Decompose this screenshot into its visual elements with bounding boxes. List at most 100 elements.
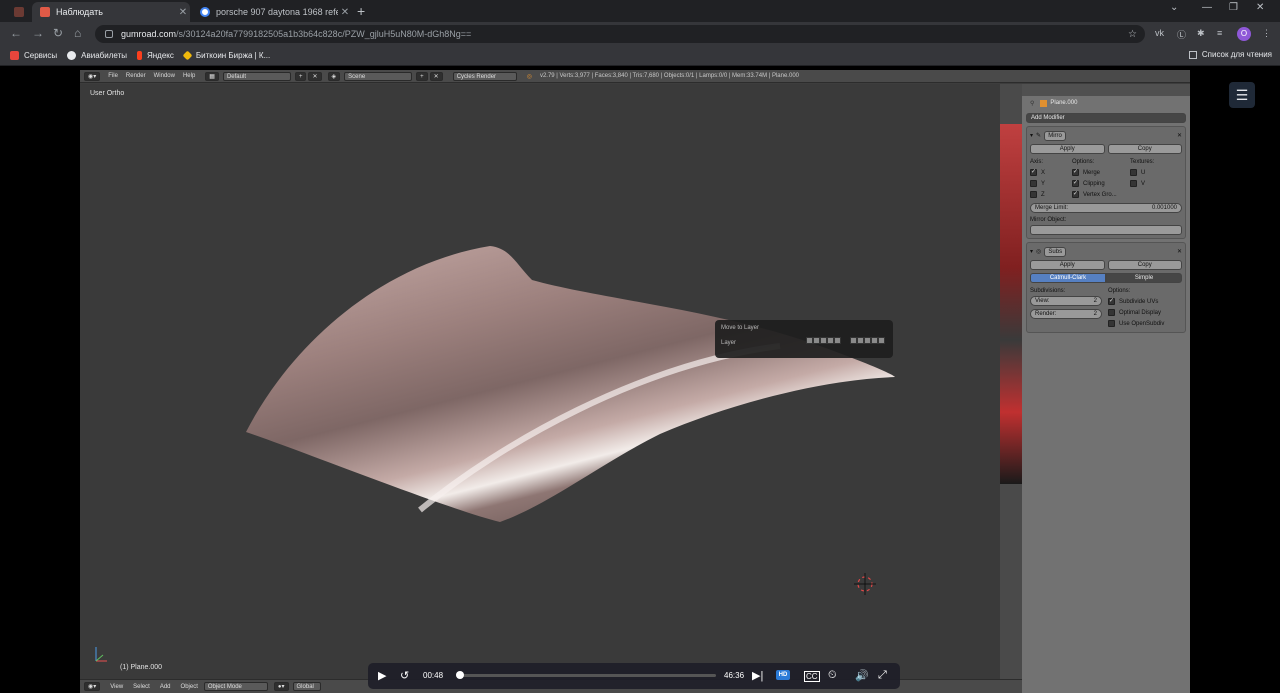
vk-extension-icon[interactable]: vk [1155, 28, 1164, 38]
close-icon[interactable]: ✕ [1177, 248, 1182, 255]
shading-icon[interactable]: ●▾ [273, 682, 289, 691]
menu-add[interactable]: Add [160, 684, 171, 690]
captions-icon[interactable]: CC [804, 671, 820, 682]
bookmark-services[interactable]: Сервисы [10, 51, 57, 60]
avatar[interactable]: O [1237, 27, 1251, 41]
menu-select[interactable]: Select [133, 684, 150, 690]
layer-grid-left[interactable] [806, 337, 841, 344]
tab-watch[interactable]: Наблюдать ✕ [32, 2, 190, 22]
render-levels-field[interactable]: Render: 2 [1030, 309, 1102, 319]
menu-window[interactable]: Window [154, 73, 175, 79]
speed-icon[interactable]: ⏲ [828, 669, 837, 682]
editor-type-icon[interactable]: ◉▾ [84, 682, 101, 691]
extension-icon[interactable]: Ⓛ [1177, 28, 1186, 41]
hd-badge[interactable]: HD [776, 670, 790, 680]
bookmark-star-icon[interactable]: ☆ [1128, 29, 1137, 40]
view-levels-field[interactable]: View: 2 [1030, 296, 1102, 306]
close-tab-icon[interactable]: ✕ [176, 7, 190, 18]
restore-icon[interactable]: ❐ [1229, 2, 1238, 13]
clipping-checkbox[interactable]: ✓ Clipping [1072, 178, 1130, 189]
copy-button[interactable]: Copy [1107, 260, 1182, 270]
subdivide-uvs-checkbox[interactable]: ✓ Subdivide UVs [1108, 296, 1164, 307]
apply-button[interactable]: Apply [1030, 260, 1105, 270]
url-host: gumroad.com [121, 29, 177, 39]
orientation-select[interactable]: Global [292, 682, 321, 691]
address-bar[interactable]: gumroad.com/s/30124a20fa7799182505a1b3b6… [95, 25, 1145, 43]
simple-toggle[interactable]: Simple [1106, 273, 1182, 283]
play-icon[interactable]: ▶ [378, 669, 386, 682]
layout-icon[interactable]: ▦ [205, 71, 219, 81]
home-icon[interactable]: ⌂ [74, 26, 81, 40]
close-tab-icon[interactable]: ✕ [338, 7, 352, 18]
copy-button[interactable]: Copy [1107, 144, 1182, 154]
fullscreen-icon[interactable]: ⤢ [878, 669, 887, 682]
minimize-icon[interactable]: — [1202, 2, 1212, 13]
reading-list[interactable]: Список для чтения [1188, 50, 1272, 59]
optimal-display-checkbox[interactable]: Optimal Display [1108, 307, 1164, 318]
menu-object[interactable]: Object [181, 684, 198, 690]
merge-checkbox[interactable]: ✓ Merge [1072, 167, 1130, 178]
media-icon[interactable]: ≡ [1217, 28, 1222, 38]
menu-help[interactable]: Help [183, 73, 195, 79]
pinned-tab[interactable] [6, 2, 30, 22]
render-engine-select[interactable]: Cycles Render [452, 71, 517, 81]
tab-search-icon[interactable]: ⌄ [1170, 2, 1178, 13]
merge-limit-field[interactable]: Merge Limit: 0.001000 [1030, 203, 1182, 213]
remove-layout-icon[interactable]: ✕ [308, 71, 322, 81]
forward-icon[interactable]: → [32, 26, 44, 40]
axis-x-checkbox[interactable]: ✓ X [1030, 167, 1072, 178]
new-tab-button[interactable]: + [357, 3, 365, 19]
menu-icon[interactable]: ⋮ [1262, 28, 1271, 39]
3d-viewport[interactable]: User Ortho (1) Plane.000 [80, 84, 1000, 679]
reading-list-label: Список для чтения [1201, 50, 1272, 59]
properties-tabs[interactable] [1022, 84, 1190, 96]
modifier-name-field[interactable]: Mirro [1044, 130, 1067, 141]
collapse-icon[interactable]: ▾ [1030, 132, 1033, 139]
layer-grid-right[interactable] [850, 337, 885, 344]
tab-porsche[interactable]: porsche 907 daytona 1968 refere ✕ [192, 2, 352, 22]
volume-icon[interactable]: 🔊 [855, 669, 869, 682]
puzzle-icon[interactable]: ✱ [1197, 28, 1205, 39]
add-modifier-select[interactable]: Add Modifier [1026, 113, 1186, 123]
add-scene-icon[interactable]: + [416, 71, 428, 81]
opensubdiv-checkbox[interactable]: Use OpenSubdiv [1108, 318, 1164, 329]
rewind-15-icon[interactable]: ↺ [400, 669, 409, 682]
progress-knob[interactable] [456, 671, 465, 679]
axis-y-checkbox[interactable]: Y [1030, 178, 1072, 189]
apply-button[interactable]: Apply [1030, 144, 1105, 154]
texture-v-checkbox[interactable]: V [1130, 178, 1154, 189]
scene-field[interactable]: Scene [344, 71, 413, 81]
bookmark-binance[interactable]: Биткоин Биржа | К... [182, 50, 270, 61]
add-layout-icon[interactable]: + [294, 71, 307, 81]
menu-file[interactable]: File [108, 73, 118, 79]
catmull-clark-toggle[interactable]: Catmull-Clark [1030, 273, 1106, 283]
hood-mesh[interactable] [80, 84, 1000, 679]
close-icon[interactable]: ✕ [1177, 132, 1182, 139]
vertex-groups-checkbox[interactable]: ✓ Vertex Gro... [1072, 189, 1130, 200]
progress-track[interactable] [456, 671, 716, 679]
texture-u-checkbox[interactable]: U [1130, 167, 1154, 178]
remove-scene-icon[interactable]: ✕ [429, 71, 443, 81]
menu-render[interactable]: Render [126, 73, 146, 79]
contents-list-icon[interactable]: ☰ [1229, 82, 1255, 108]
back-icon[interactable]: ← [10, 26, 22, 40]
axis-z-checkbox[interactable]: Z [1030, 189, 1072, 200]
editor-type-icon[interactable]: ◉▾ [84, 71, 101, 81]
current-time: 00:48 [423, 671, 444, 680]
bookmark-flights[interactable]: Авиабилеты [67, 51, 127, 60]
reload-icon[interactable]: ↻ [53, 26, 63, 40]
next-icon[interactable]: ▶| [752, 669, 763, 682]
bookmark-yandex[interactable]: Яндекс [136, 51, 174, 60]
collapse-icon[interactable]: ▾ [1030, 248, 1033, 255]
video-frame[interactable]: ◉▾ File Render Window Help ▦ Default + ✕… [80, 70, 1190, 693]
modifier-name-field[interactable]: Subs [1044, 246, 1067, 257]
mirror-object-field[interactable] [1030, 225, 1182, 235]
tab-label: Наблюдать [56, 7, 103, 17]
blender-top-header: ◉▾ File Render Window Help ▦ Default + ✕… [80, 70, 1190, 83]
layout-field[interactable]: Default [222, 71, 291, 81]
close-window-icon[interactable]: ✕ [1256, 2, 1264, 13]
mode-select[interactable]: Object Mode [203, 682, 268, 691]
menu-view[interactable]: View [110, 684, 123, 690]
scene-icon[interactable]: ◈ [327, 71, 341, 81]
pin-icon[interactable]: ⚲ [1030, 100, 1034, 107]
